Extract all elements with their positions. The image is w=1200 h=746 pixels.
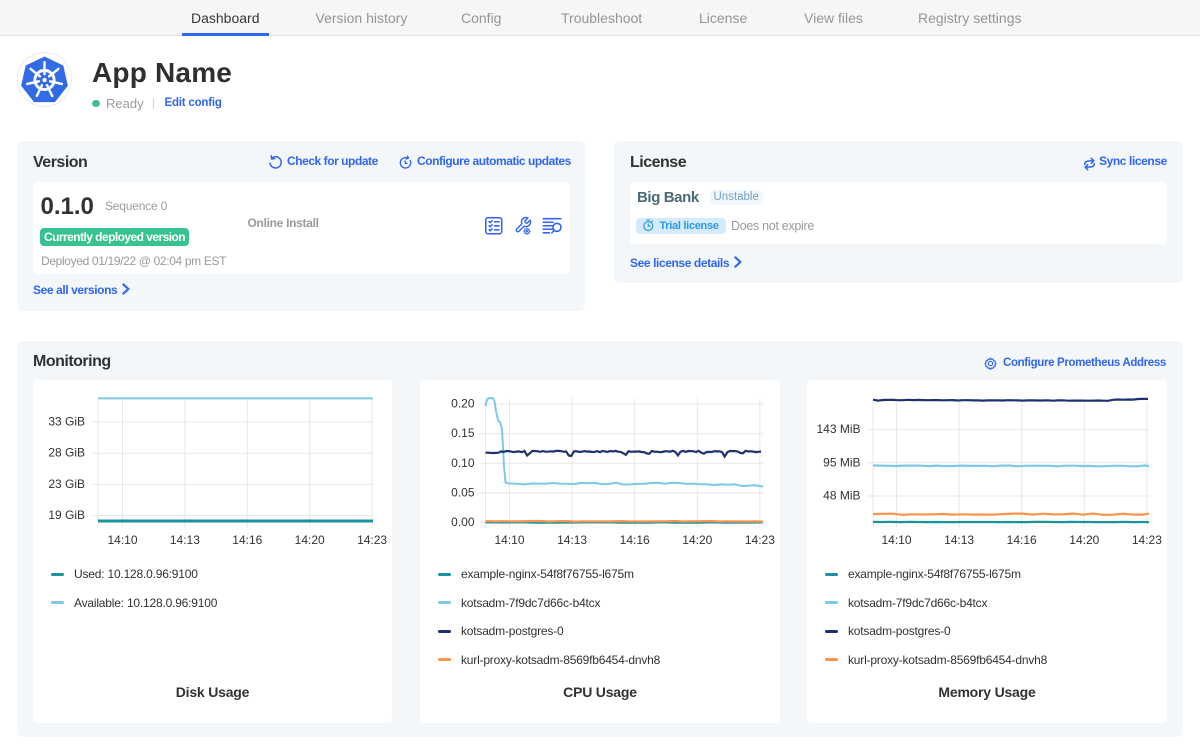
svg-text:23 GiB: 23 GiB	[48, 477, 85, 491]
svg-text:14:10: 14:10	[494, 533, 524, 547]
svg-text:0.15: 0.15	[451, 426, 475, 440]
svg-text:0.05: 0.05	[451, 485, 475, 499]
svg-text:14:23: 14:23	[1132, 533, 1162, 547]
svg-text:95 MiB: 95 MiB	[823, 455, 860, 469]
svg-text:14:10: 14:10	[881, 533, 911, 547]
svg-text:14:16: 14:16	[620, 533, 650, 547]
svg-text:14:20: 14:20	[1069, 533, 1099, 547]
svg-text:14:16: 14:16	[1007, 533, 1037, 547]
svg-text:14:13: 14:13	[944, 533, 974, 547]
svg-text:14:23: 14:23	[745, 533, 775, 547]
svg-text:0.00: 0.00	[451, 515, 475, 529]
svg-text:19 GiB: 19 GiB	[48, 508, 85, 522]
svg-text:0.10: 0.10	[451, 456, 475, 470]
svg-text:0.20: 0.20	[451, 397, 475, 411]
svg-text:48 MiB: 48 MiB	[823, 489, 860, 503]
svg-text:14:13: 14:13	[170, 533, 200, 547]
svg-text:14:13: 14:13	[557, 533, 587, 547]
svg-text:28 GiB: 28 GiB	[48, 446, 85, 460]
svg-text:14:20: 14:20	[682, 533, 712, 547]
svg-text:14:16: 14:16	[232, 533, 262, 547]
svg-text:33 GiB: 33 GiB	[48, 415, 85, 429]
svg-text:143 MiB: 143 MiB	[816, 422, 860, 436]
svg-text:14:10: 14:10	[107, 533, 137, 547]
svg-text:14:23: 14:23	[357, 533, 387, 547]
svg-text:14:20: 14:20	[295, 533, 325, 547]
